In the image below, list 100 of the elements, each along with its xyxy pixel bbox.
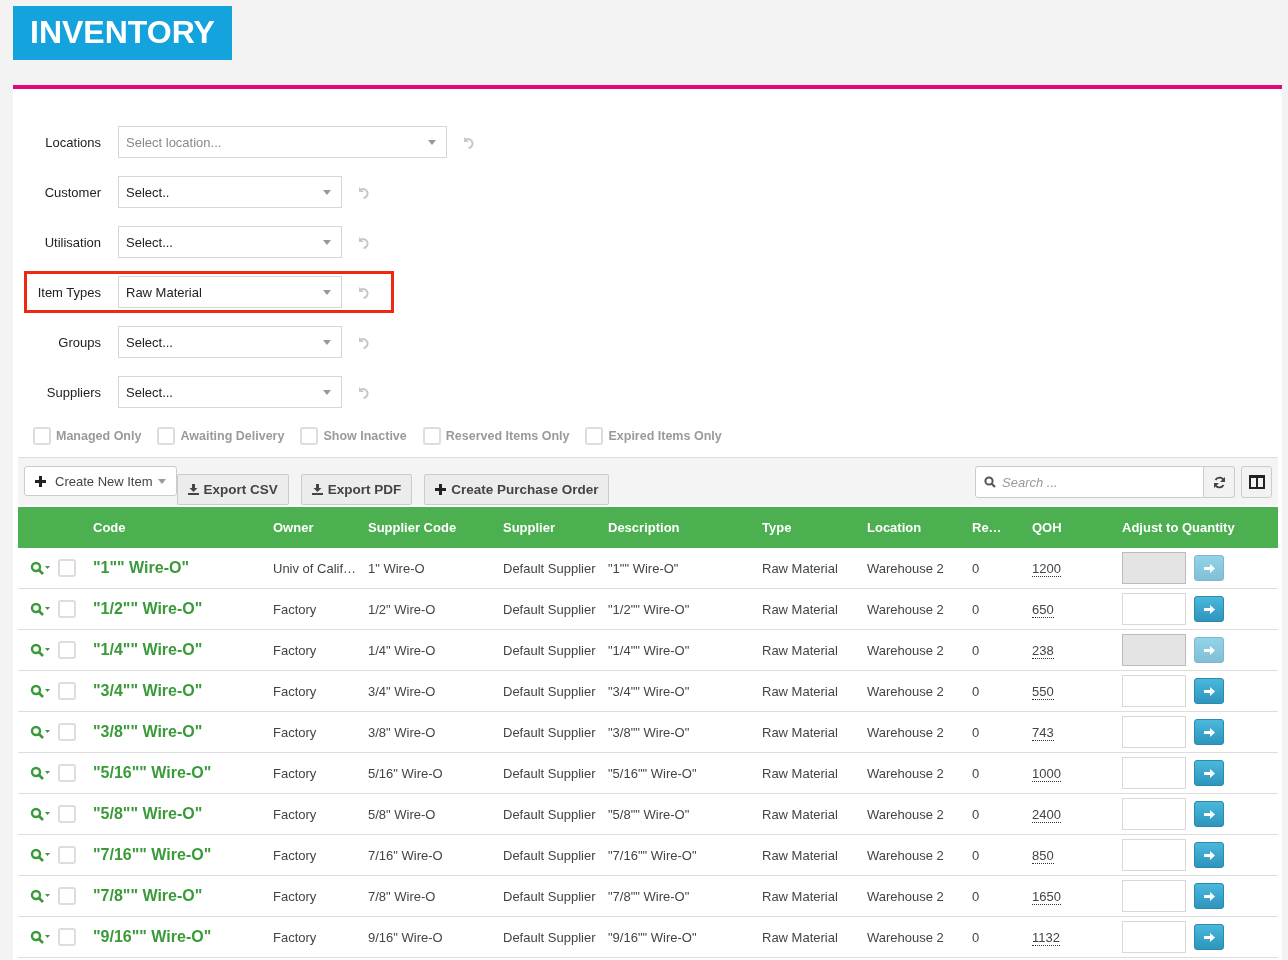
- checkbox[interactable]: [58, 805, 76, 823]
- item-code-link[interactable]: "3/8"" Wire-O": [93, 723, 203, 740]
- checkbox[interactable]: [58, 846, 76, 864]
- checkbox-label: Expired Items Only: [608, 429, 722, 443]
- undo-icon[interactable]: [357, 385, 370, 399]
- toolbar-button[interactable]: Export PDF: [300, 474, 413, 505]
- table-cell: "7/16"" Wire-O": [608, 847, 697, 863]
- quantity-field[interactable]: [1122, 839, 1186, 871]
- search-icon[interactable]: [30, 807, 50, 821]
- apply-button[interactable]: [1194, 678, 1224, 704]
- select-field[interactable]: Select...: [118, 376, 342, 408]
- search-icon[interactable]: [30, 602, 50, 616]
- apply-button[interactable]: [1194, 760, 1224, 786]
- quantity-field[interactable]: [1122, 757, 1186, 789]
- quantity-field[interactable]: [1122, 921, 1186, 953]
- item-code-link[interactable]: "3/4"" Wire-O": [93, 682, 203, 699]
- undo-icon[interactable]: [357, 235, 370, 249]
- filter-label: Utilisation: [43, 234, 101, 250]
- item-code-link[interactable]: "5/8"" Wire-O": [93, 805, 203, 822]
- table-cell: 2400: [1032, 806, 1061, 823]
- column-header[interactable]: Owner: [273, 520, 314, 535]
- search-icon[interactable]: [30, 930, 50, 944]
- table-cell: Default Supplier: [503, 683, 596, 699]
- table-cell: 0: [972, 847, 980, 863]
- checkbox[interactable]: [58, 682, 76, 700]
- undo-icon[interactable]: [462, 135, 475, 149]
- search-icon[interactable]: [30, 725, 50, 739]
- search-icon[interactable]: [30, 643, 50, 657]
- table-cell: "5/16"" Wire-O": [608, 765, 697, 781]
- item-code-link[interactable]: "5/16"" Wire-O": [93, 764, 212, 781]
- column-header[interactable]: Code: [93, 520, 126, 535]
- toolbar-button[interactable]: Export CSV: [176, 474, 289, 505]
- column-header[interactable]: Re…: [972, 520, 1002, 535]
- search-icon[interactable]: [30, 848, 50, 862]
- select-field[interactable]: Select...: [118, 326, 342, 358]
- apply-button[interactable]: [1194, 719, 1224, 745]
- columns-button[interactable]: [1241, 466, 1272, 498]
- checkbox[interactable]: [58, 928, 76, 946]
- search-icon[interactable]: [30, 766, 50, 780]
- table-cell: Warehouse 2: [867, 929, 944, 945]
- item-code-link[interactable]: "7/8"" Wire-O": [93, 887, 203, 904]
- apply-button[interactable]: [1194, 924, 1224, 950]
- column-header[interactable]: Location: [867, 520, 922, 535]
- undo-icon[interactable]: [357, 185, 370, 199]
- apply-button[interactable]: [1194, 596, 1224, 622]
- quantity-field[interactable]: [1122, 716, 1186, 748]
- column-header[interactable]: Type: [762, 520, 792, 535]
- table-cell: Warehouse 2: [867, 888, 944, 904]
- table-cell: "1"" Wire-O": [608, 560, 679, 576]
- quantity-field[interactable]: [1122, 880, 1186, 912]
- search-icon: [984, 476, 996, 488]
- apply-button[interactable]: [1194, 555, 1224, 581]
- select-field[interactable]: Select...: [118, 226, 342, 258]
- search-icon[interactable]: [30, 684, 50, 698]
- apply-button[interactable]: [1194, 801, 1224, 827]
- checkbox[interactable]: [58, 764, 76, 782]
- select-field[interactable]: Select location...: [118, 126, 447, 158]
- page-title: INVENTORY: [13, 6, 232, 60]
- toolbar-button[interactable]: Create Purchase Order: [424, 474, 610, 505]
- apply-button[interactable]: [1194, 883, 1224, 909]
- plus-icon: [35, 475, 46, 487]
- quantity-field[interactable]: [1122, 593, 1186, 625]
- columns-icon: [1248, 475, 1265, 489]
- item-code-link[interactable]: "7/16"" Wire-O": [93, 846, 212, 863]
- search-field[interactable]: Search ...: [975, 466, 1204, 498]
- create-item-button[interactable]: Create New Item: [24, 466, 177, 496]
- checkbox[interactable]: [58, 600, 76, 618]
- table-cell: Default Supplier: [503, 765, 596, 781]
- refresh-button[interactable]: [1204, 466, 1235, 498]
- search-icon[interactable]: [30, 561, 50, 575]
- table-cell: Warehouse 2: [867, 642, 944, 658]
- checkbox[interactable]: [58, 723, 76, 741]
- item-code-link[interactable]: "1/2"" Wire-O": [93, 600, 203, 617]
- plus-icon: [435, 484, 447, 495]
- table-cell: 0: [972, 683, 980, 699]
- apply-button[interactable]: [1194, 637, 1224, 663]
- table-cell: Raw Material: [762, 560, 838, 576]
- table-cell: 238: [1032, 642, 1054, 659]
- caret-icon: [323, 239, 331, 245]
- item-code-link[interactable]: "9/16"" Wire-O": [93, 928, 212, 945]
- undo-icon[interactable]: [357, 285, 370, 299]
- table-cell: "3/4"" Wire-O": [608, 683, 690, 699]
- column-header[interactable]: Supplier: [503, 520, 555, 535]
- filter-label: Suppliers: [45, 384, 101, 400]
- undo-icon[interactable]: [357, 335, 370, 349]
- quantity-field[interactable]: [1122, 675, 1186, 707]
- search-icon[interactable]: [30, 889, 50, 903]
- arrow-icon: [1203, 645, 1215, 655]
- select-field[interactable]: Select..: [118, 176, 342, 208]
- apply-button[interactable]: [1194, 842, 1224, 868]
- table-cell: Default Supplier: [503, 847, 596, 863]
- quantity-field[interactable]: [1122, 798, 1186, 830]
- table-cell: Warehouse 2: [867, 560, 944, 576]
- table-cell: 550: [1032, 683, 1054, 700]
- column-header[interactable]: Description: [608, 520, 680, 535]
- checkbox[interactable]: [58, 887, 76, 905]
- table-cell: Factory: [273, 642, 317, 658]
- table-cell: 0: [972, 765, 980, 781]
- select-field[interactable]: Raw Material: [118, 276, 342, 308]
- column-header[interactable]: QOH: [1032, 520, 1062, 535]
